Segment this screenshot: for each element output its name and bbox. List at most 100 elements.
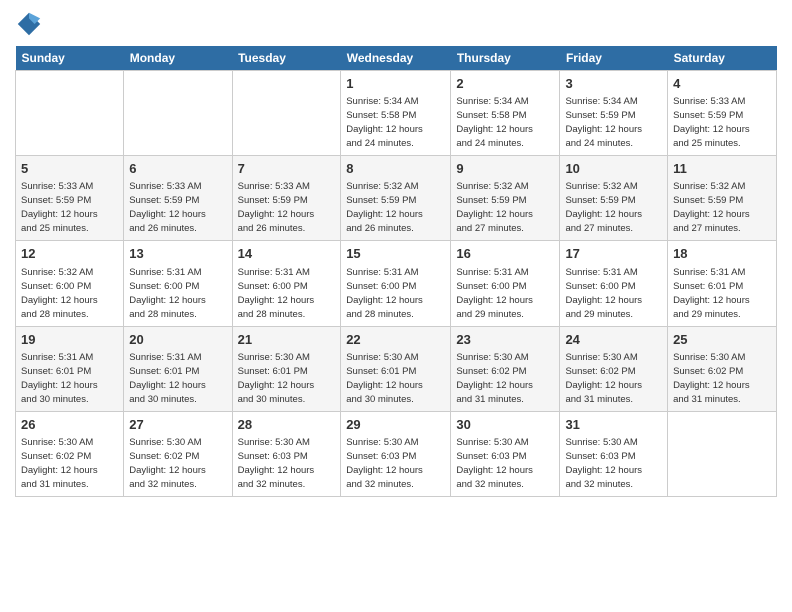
calendar-cell: 11 Sunrise: 5:32 AM Sunset: 5:59 PM Dayli… (668, 156, 777, 241)
day-number: 23 (456, 331, 554, 349)
day-number: 15 (346, 245, 445, 263)
day-info: Sunrise: 5:30 AM Sunset: 6:03 PM Dayligh… (238, 437, 315, 490)
calendar-cell: 15 Sunrise: 5:31 AM Sunset: 6:00 PM Dayli… (341, 241, 451, 326)
calendar-cell: 20 Sunrise: 5:31 AM Sunset: 6:01 PM Dayli… (124, 326, 232, 411)
weekday-header-tuesday: Tuesday (232, 46, 341, 71)
day-info: Sunrise: 5:30 AM Sunset: 6:02 PM Dayligh… (129, 437, 206, 490)
day-number: 28 (238, 416, 336, 434)
calendar-cell: 13 Sunrise: 5:31 AM Sunset: 6:00 PM Dayli… (124, 241, 232, 326)
day-info: Sunrise: 5:31 AM Sunset: 6:01 PM Dayligh… (21, 352, 98, 405)
day-number: 7 (238, 160, 336, 178)
calendar-cell: 25 Sunrise: 5:30 AM Sunset: 6:02 PM Dayli… (668, 326, 777, 411)
calendar-cell: 21 Sunrise: 5:30 AM Sunset: 6:01 PM Dayli… (232, 326, 341, 411)
calendar-cell: 31 Sunrise: 5:30 AM Sunset: 6:03 PM Dayli… (560, 411, 668, 496)
calendar-cell: 4 Sunrise: 5:33 AM Sunset: 5:59 PM Daylig… (668, 71, 777, 156)
calendar-cell: 1 Sunrise: 5:34 AM Sunset: 5:58 PM Daylig… (341, 71, 451, 156)
calendar-cell: 16 Sunrise: 5:31 AM Sunset: 6:00 PM Dayli… (451, 241, 560, 326)
day-info: Sunrise: 5:31 AM Sunset: 6:00 PM Dayligh… (456, 267, 533, 320)
calendar-cell (16, 71, 124, 156)
day-info: Sunrise: 5:32 AM Sunset: 5:59 PM Dayligh… (565, 181, 642, 234)
day-number: 14 (238, 245, 336, 263)
calendar-cell (124, 71, 232, 156)
weekday-header-monday: Monday (124, 46, 232, 71)
calendar-cell: 19 Sunrise: 5:31 AM Sunset: 6:01 PM Dayli… (16, 326, 124, 411)
day-info: Sunrise: 5:31 AM Sunset: 6:00 PM Dayligh… (346, 267, 423, 320)
day-number: 31 (565, 416, 662, 434)
calendar-table: SundayMondayTuesdayWednesdayThursdayFrid… (15, 46, 777, 497)
calendar-cell: 3Sunrise: 5:34 AM Sunset: 5:59 PM Daylig… (560, 71, 668, 156)
day-number: 27 (129, 416, 226, 434)
day-number: 26 (21, 416, 118, 434)
calendar-cell: 2 Sunrise: 5:34 AM Sunset: 5:58 PM Daylig… (451, 71, 560, 156)
calendar-cell (668, 411, 777, 496)
day-info: Sunrise: 5:31 AM Sunset: 6:01 PM Dayligh… (129, 352, 206, 405)
day-number: 6 (129, 160, 226, 178)
day-number: 4 (673, 75, 771, 93)
day-info: Sunrise: 5:31 AM Sunset: 6:00 PM Dayligh… (565, 267, 642, 320)
calendar-cell: 9 Sunrise: 5:32 AM Sunset: 5:59 PM Daylig… (451, 156, 560, 241)
weekday-header-friday: Friday (560, 46, 668, 71)
day-number: 5 (21, 160, 118, 178)
weekday-header-saturday: Saturday (668, 46, 777, 71)
weekday-header-row: SundayMondayTuesdayWednesdayThursdayFrid… (16, 46, 777, 71)
calendar-cell (232, 71, 341, 156)
day-info: Sunrise: 5:33 AM Sunset: 5:59 PM Dayligh… (238, 181, 315, 234)
logo (15, 10, 47, 38)
day-info: Sunrise: 5:34 AM Sunset: 5:58 PM Dayligh… (346, 96, 423, 149)
day-number: 21 (238, 331, 336, 349)
day-number: 11 (673, 160, 771, 178)
day-info: Sunrise: 5:30 AM Sunset: 6:02 PM Dayligh… (565, 352, 642, 405)
day-info: Sunrise: 5:32 AM Sunset: 5:59 PM Dayligh… (346, 181, 423, 234)
calendar-week-3: 12 Sunrise: 5:32 AM Sunset: 6:00 PM Dayli… (16, 241, 777, 326)
day-info: Sunrise: 5:31 AM Sunset: 6:00 PM Dayligh… (238, 267, 315, 320)
day-number: 10 (565, 160, 662, 178)
calendar-cell: 22 Sunrise: 5:30 AM Sunset: 6:01 PM Dayli… (341, 326, 451, 411)
day-number: 13 (129, 245, 226, 263)
day-info: Sunrise: 5:30 AM Sunset: 6:02 PM Dayligh… (456, 352, 533, 405)
day-number: 17 (565, 245, 662, 263)
day-number: 16 (456, 245, 554, 263)
day-number: 2 (456, 75, 554, 93)
day-info: Sunrise: 5:32 AM Sunset: 5:59 PM Dayligh… (673, 181, 750, 234)
calendar-cell: 7 Sunrise: 5:33 AM Sunset: 5:59 PM Daylig… (232, 156, 341, 241)
day-number: 24 (565, 331, 662, 349)
day-number: 25 (673, 331, 771, 349)
day-number: 1 (346, 75, 445, 93)
page-header (15, 10, 777, 38)
calendar-cell: 14 Sunrise: 5:31 AM Sunset: 6:00 PM Dayli… (232, 241, 341, 326)
calendar-week-1: 1 Sunrise: 5:34 AM Sunset: 5:58 PM Daylig… (16, 71, 777, 156)
day-number: 19 (21, 331, 118, 349)
calendar-cell: 23 Sunrise: 5:30 AM Sunset: 6:02 PM Dayli… (451, 326, 560, 411)
day-number: 18 (673, 245, 771, 263)
day-number: 12 (21, 245, 118, 263)
calendar-week-5: 26 Sunrise: 5:30 AM Sunset: 6:02 PM Dayli… (16, 411, 777, 496)
day-info: Sunrise: 5:34 AM Sunset: 5:58 PM Dayligh… (456, 96, 533, 149)
calendar-cell: 17 Sunrise: 5:31 AM Sunset: 6:00 PM Dayli… (560, 241, 668, 326)
day-info: Sunrise: 5:30 AM Sunset: 6:01 PM Dayligh… (346, 352, 423, 405)
calendar-cell: 24 Sunrise: 5:30 AM Sunset: 6:02 PM Dayli… (560, 326, 668, 411)
calendar-week-4: 19 Sunrise: 5:31 AM Sunset: 6:01 PM Dayli… (16, 326, 777, 411)
weekday-header-sunday: Sunday (16, 46, 124, 71)
day-info: Sunrise: 5:31 AM Sunset: 6:01 PM Dayligh… (673, 267, 750, 320)
day-info: Sunrise: 5:32 AM Sunset: 5:59 PM Dayligh… (456, 181, 533, 234)
day-number: 22 (346, 331, 445, 349)
day-info: Sunrise: 5:30 AM Sunset: 6:02 PM Dayligh… (673, 352, 750, 405)
calendar-cell: 30Sunrise: 5:30 AM Sunset: 6:03 PM Dayli… (451, 411, 560, 496)
calendar-cell: 10 Sunrise: 5:32 AM Sunset: 5:59 PM Dayli… (560, 156, 668, 241)
day-number: 9 (456, 160, 554, 178)
day-info: Sunrise: 5:32 AM Sunset: 6:00 PM Dayligh… (21, 267, 98, 320)
day-info: Sunrise: 5:30 AM Sunset: 6:01 PM Dayligh… (238, 352, 315, 405)
calendar-week-2: 5 Sunrise: 5:33 AM Sunset: 5:59 PM Daylig… (16, 156, 777, 241)
day-number: 8 (346, 160, 445, 178)
calendar-cell: 18 Sunrise: 5:31 AM Sunset: 6:01 PM Dayli… (668, 241, 777, 326)
day-info: Sunrise: 5:30 AM Sunset: 6:02 PM Dayligh… (21, 437, 98, 490)
day-info: Sunrise: 5:30 AM Sunset: 6:03 PM Dayligh… (346, 437, 423, 490)
day-info: Sunrise: 5:31 AM Sunset: 6:00 PM Dayligh… (129, 267, 206, 320)
day-number: 20 (129, 331, 226, 349)
day-info: Sunrise: 5:33 AM Sunset: 5:59 PM Dayligh… (673, 96, 750, 149)
calendar-cell: 26 Sunrise: 5:30 AM Sunset: 6:02 PM Dayli… (16, 411, 124, 496)
day-number: 30 (456, 416, 554, 434)
day-info: Sunrise: 5:33 AM Sunset: 5:59 PM Dayligh… (129, 181, 206, 234)
day-info: Sunrise: 5:30 AM Sunset: 6:03 PM Dayligh… (565, 437, 642, 490)
calendar-cell: 12 Sunrise: 5:32 AM Sunset: 6:00 PM Dayli… (16, 241, 124, 326)
